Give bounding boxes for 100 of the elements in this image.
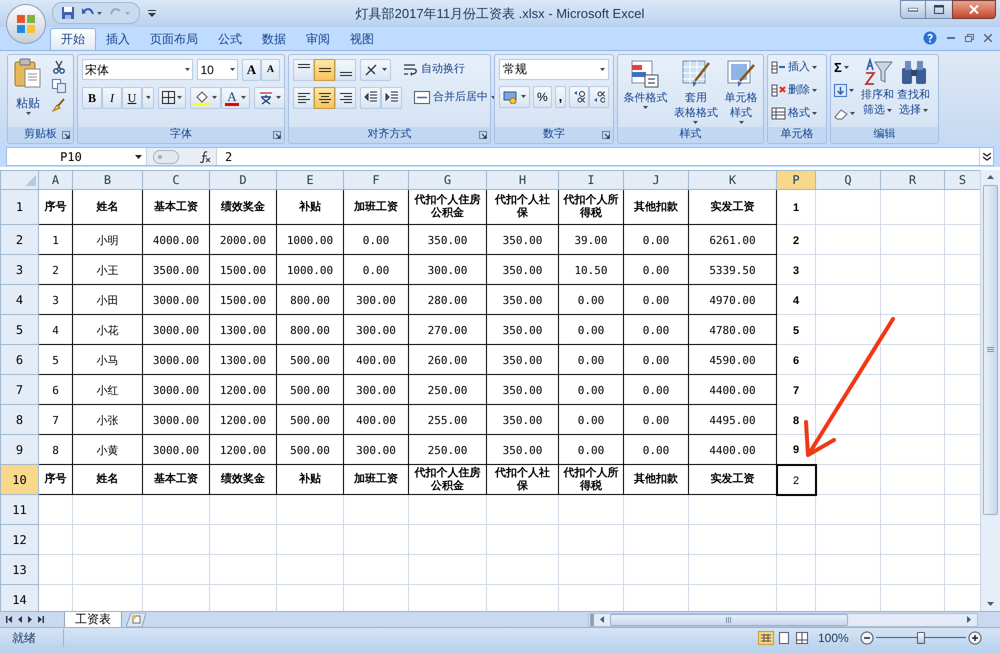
new-sheet-icon[interactable] bbox=[126, 612, 146, 627]
scroll-left-icon[interactable] bbox=[600, 616, 604, 624]
row-header[interactable]: 3 bbox=[0, 254, 38, 285]
maximize-button[interactable] bbox=[926, 0, 952, 19]
ribbon-tab[interactable]: 视图 bbox=[340, 28, 384, 50]
format-button[interactable]: 格式 bbox=[771, 104, 823, 124]
decrease-indent-button[interactable] bbox=[360, 86, 381, 109]
page-break-icon[interactable] bbox=[794, 631, 810, 646]
row-header[interactable]: 7 bbox=[0, 374, 38, 405]
font-name-field[interactable]: 宋体 bbox=[82, 59, 194, 80]
row-header[interactable]: 4 bbox=[0, 284, 38, 315]
wrap-text-button[interactable]: 自动换行 bbox=[401, 58, 467, 81]
row-header[interactable]: 11 bbox=[0, 494, 38, 525]
copy-icon[interactable] bbox=[52, 78, 66, 93]
horizontal-scrollbar-thumb[interactable] bbox=[610, 614, 848, 626]
underline-button[interactable]: U bbox=[122, 86, 142, 109]
scrollbar-thumb[interactable] bbox=[983, 185, 998, 516]
column-header[interactable]: A bbox=[38, 170, 72, 190]
increase-decimal-button[interactable] bbox=[569, 86, 590, 108]
restore-icon[interactable] bbox=[965, 34, 974, 42]
column-header[interactable]: C bbox=[142, 170, 210, 190]
insert-button[interactable]: 插入 bbox=[771, 58, 823, 78]
italic-button[interactable]: I bbox=[102, 86, 122, 109]
column-header[interactable]: F bbox=[344, 170, 408, 190]
dialog-launcher-icon[interactable] bbox=[602, 130, 610, 139]
font-size-field[interactable]: 10 bbox=[197, 59, 238, 80]
ribbon-tab[interactable]: 开始 bbox=[50, 28, 96, 50]
comma-button[interactable]: , bbox=[554, 86, 566, 108]
column-header[interactable]: B bbox=[72, 170, 142, 190]
column-header[interactable]: P bbox=[776, 170, 816, 190]
format-painter-icon[interactable] bbox=[52, 98, 66, 112]
sort-filter-button[interactable]: 排序和 筛选 bbox=[861, 58, 894, 127]
dialog-launcher-icon[interactable] bbox=[479, 130, 487, 139]
zoom-out-icon[interactable] bbox=[860, 631, 874, 646]
decrease-decimal-button[interactable] bbox=[589, 86, 610, 108]
top-align-button[interactable] bbox=[293, 58, 314, 81]
row-header[interactable]: 14 bbox=[0, 584, 38, 612]
minimize-icon[interactable] bbox=[947, 36, 955, 39]
font-color-button[interactable]: A bbox=[221, 86, 250, 109]
bold-button[interactable]: B bbox=[82, 86, 102, 109]
bottom-align-button[interactable] bbox=[335, 58, 356, 81]
ribbon-tab[interactable]: 审阅 bbox=[296, 28, 340, 50]
dialog-launcher-icon[interactable] bbox=[273, 130, 281, 139]
column-header[interactable]: Q bbox=[816, 170, 880, 190]
column-header[interactable]: G bbox=[408, 170, 486, 190]
column-header[interactable]: E bbox=[276, 170, 344, 190]
row-header[interactable]: 9 bbox=[0, 434, 38, 465]
dialog-launcher-icon[interactable] bbox=[62, 130, 70, 139]
column-header[interactable]: D bbox=[210, 170, 276, 190]
ribbon-tab[interactable]: 公式 bbox=[208, 28, 252, 50]
middle-align-button[interactable] bbox=[314, 58, 335, 81]
shrink-font-button[interactable]: A bbox=[261, 58, 280, 81]
ribbon-tab[interactable]: 页面布局 bbox=[140, 28, 208, 50]
column-header[interactable]: K bbox=[688, 170, 776, 190]
center-button[interactable] bbox=[314, 86, 335, 109]
help-icon[interactable] bbox=[923, 30, 937, 45]
increase-indent-button[interactable] bbox=[381, 86, 402, 109]
column-header[interactable]: H bbox=[486, 170, 558, 190]
column-header[interactable]: I bbox=[558, 170, 624, 190]
currency-button[interactable] bbox=[499, 86, 530, 108]
find-select-button[interactable]: 查找和 选择 bbox=[897, 58, 930, 127]
number-format-field[interactable]: 常规 bbox=[499, 58, 609, 80]
percent-button[interactable]: % bbox=[533, 86, 552, 108]
row-header[interactable]: 5 bbox=[0, 314, 38, 345]
row-header[interactable]: 2 bbox=[0, 224, 38, 255]
save-icon[interactable] bbox=[61, 6, 75, 20]
merge-center-button[interactable]: 合并后居中 bbox=[412, 86, 498, 109]
delete-button[interactable]: 删除 bbox=[771, 80, 823, 101]
horizontal-scrollbar[interactable] bbox=[588, 612, 978, 627]
borders-button[interactable] bbox=[158, 86, 186, 109]
row-header[interactable]: 8 bbox=[0, 404, 38, 435]
office-button[interactable] bbox=[6, 4, 46, 44]
customize-icon[interactable] bbox=[148, 9, 156, 18]
zoom-thumb[interactable] bbox=[917, 632, 925, 644]
zoom-in-icon[interactable] bbox=[968, 631, 982, 646]
row-header[interactable]: 1 bbox=[0, 190, 38, 225]
paste-button[interactable]: 粘贴 bbox=[11, 58, 45, 127]
ribbon-tab[interactable]: 数据 bbox=[252, 28, 296, 50]
scroll-right-icon[interactable] bbox=[967, 616, 971, 624]
orientation-button[interactable] bbox=[360, 58, 391, 81]
cell-styles-button[interactable]: 单元格 样式 bbox=[724, 58, 758, 127]
conditional-format-button[interactable]: 条件格式 bbox=[623, 58, 668, 127]
row-header[interactable]: 12 bbox=[0, 524, 38, 555]
page-layout-icon[interactable] bbox=[776, 631, 792, 646]
fill-color-button[interactable] bbox=[190, 86, 221, 109]
column-header[interactable]: R bbox=[880, 170, 944, 190]
close-icon[interactable] bbox=[984, 34, 992, 42]
zoom-level[interactable]: 100% bbox=[818, 629, 860, 648]
ribbon-tab[interactable]: 插入 bbox=[96, 28, 140, 50]
align-left-button[interactable] bbox=[293, 86, 314, 109]
last-sheet-icon[interactable] bbox=[38, 616, 44, 624]
row-header[interactable]: 10 bbox=[0, 464, 38, 495]
previous-sheet-icon[interactable] bbox=[18, 616, 22, 624]
column-header[interactable]: S bbox=[944, 170, 980, 190]
first-sheet-icon[interactable] bbox=[6, 616, 12, 624]
column-header[interactable]: J bbox=[624, 170, 688, 190]
minimize-button[interactable] bbox=[900, 0, 926, 19]
phonetic-button[interactable] bbox=[254, 86, 285, 109]
normal-view-icon[interactable] bbox=[758, 631, 774, 646]
autosum-button[interactable]: Σ bbox=[834, 58, 858, 78]
